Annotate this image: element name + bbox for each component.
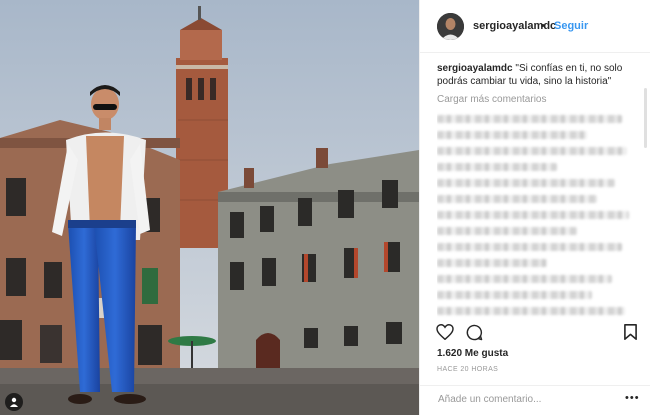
post-actions bbox=[420, 320, 650, 348]
blurred-comment bbox=[437, 307, 625, 315]
blurred-comment bbox=[437, 179, 615, 187]
blurred-comment bbox=[437, 227, 577, 235]
add-comment-input[interactable] bbox=[436, 393, 610, 406]
blurred-comment bbox=[437, 115, 622, 123]
user-tag-button[interactable] bbox=[5, 393, 23, 411]
post-photo[interactable] bbox=[0, 0, 419, 415]
load-more-comments-button[interactable]: Cargar más comentarios bbox=[437, 94, 637, 105]
post-side-panel: sergioayalamdc • Seguir sergioayalamdc "… bbox=[419, 0, 650, 415]
venice-photo-illustration bbox=[0, 0, 419, 415]
blurred-comment bbox=[437, 259, 547, 267]
heart-icon[interactable] bbox=[436, 323, 454, 345]
caption-username[interactable]: sergioayalamdc bbox=[437, 63, 513, 74]
person-icon bbox=[9, 397, 19, 407]
bookmark-icon[interactable] bbox=[624, 324, 637, 345]
blurred-comment bbox=[437, 163, 557, 171]
comments-scrollbar[interactable] bbox=[644, 88, 647, 148]
blurred-comment bbox=[437, 211, 629, 219]
comments-list[interactable]: sergioayalamdc "Si confías en ti, no sol… bbox=[437, 62, 637, 320]
avatar[interactable] bbox=[437, 13, 464, 40]
comment-icon[interactable] bbox=[466, 324, 483, 346]
add-comment-bar: ••• bbox=[420, 385, 650, 415]
post-timestamp: HACE 20 HORAS bbox=[437, 366, 499, 373]
post-header: sergioayalamdc • Seguir bbox=[420, 0, 650, 53]
blurred-comment bbox=[437, 291, 592, 299]
blurred-comment bbox=[437, 243, 622, 251]
separator-dot: • bbox=[541, 20, 545, 32]
blurred-comment bbox=[437, 275, 612, 283]
follow-button[interactable]: Seguir bbox=[554, 20, 588, 32]
blurred-comment bbox=[437, 195, 597, 203]
post-caption: sergioayalamdc "Si confías en ti, no sol… bbox=[437, 62, 637, 88]
more-options-icon[interactable]: ••• bbox=[625, 392, 640, 404]
blurred-comment bbox=[437, 131, 587, 139]
likes-count[interactable]: 1.620 Me gusta bbox=[437, 348, 508, 359]
blurred-comment bbox=[437, 147, 627, 155]
